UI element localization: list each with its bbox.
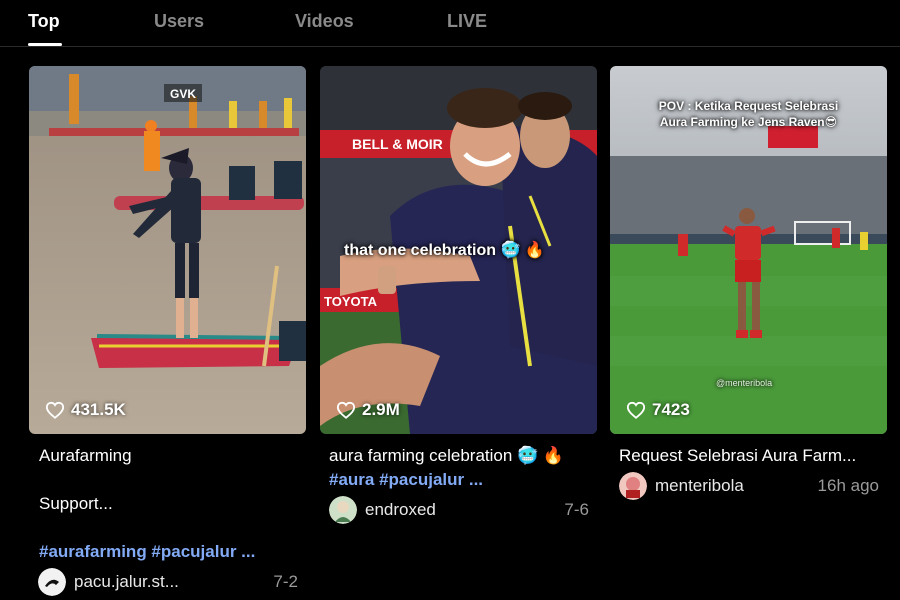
video-title[interactable]: aura farming celebration 🥶 🔥 [320, 444, 597, 468]
avatar[interactable] [38, 568, 66, 596]
post-date: 16h ago [817, 476, 879, 495]
video-card[interactable]: POV : Ketika Request Selebrasi Aura Farm… [610, 66, 887, 500]
tab-videos[interactable]: Videos [295, 11, 354, 32]
video-thumbnail[interactable]: BELL & MOIR TOYOTA that one celebration … [320, 66, 597, 434]
tab-top[interactable]: Top [28, 11, 60, 32]
video-subtitle[interactable]: Support... [29, 492, 306, 516]
username[interactable]: endroxed [365, 500, 436, 520]
heart-icon [45, 401, 65, 419]
heart-icon [626, 401, 646, 419]
tab-live[interactable]: LIVE [447, 11, 487, 32]
username[interactable]: menteribola [655, 476, 744, 496]
like-count-value: 7423 [652, 400, 690, 419]
overlay-caption-line-2: Aura Farming ke Jens Raven😎 [659, 115, 838, 129]
avatar[interactable] [329, 496, 357, 524]
search-tabs-bar: Top Users Videos LIVE [0, 0, 900, 47]
video-overlay-caption: that one celebration 🥶 🔥 [344, 242, 545, 259]
like-count-value: 431.5K [71, 400, 126, 419]
video-title[interactable]: Request Selebrasi Aura Farm... [610, 444, 887, 468]
video-watermark: @menteribola [716, 378, 773, 388]
overlay-caption-line-1: POV : Ketika Request Selebrasi [658, 99, 839, 113]
video-card[interactable]: GVK 431.5K Aurafarming Support... #auraf… [29, 66, 306, 596]
username[interactable]: pacu.jalur.st... [74, 572, 179, 592]
video-card[interactable]: BELL & MOIR TOYOTA that one celebration … [320, 66, 597, 524]
tab-users[interactable]: Users [154, 11, 204, 32]
channel-logo-text: GVK [170, 87, 196, 101]
like-count: 7423 [626, 400, 690, 420]
stadium-banner-text: BELL & MOIR [352, 136, 443, 152]
active-tab-indicator [28, 43, 62, 46]
post-date: 7-6 [564, 500, 589, 519]
video-thumbnail[interactable]: POV : Ketika Request Selebrasi Aura Farm… [610, 66, 887, 434]
like-count: 2.9M [336, 400, 400, 420]
video-thumbnail-image: GVK [29, 66, 306, 434]
stadium-banner-text-2: TOYOTA [324, 294, 378, 309]
like-count: 431.5K [45, 400, 126, 420]
video-hashtags[interactable]: #aurafarming #pacujalur ... [29, 540, 306, 564]
avatar[interactable] [619, 472, 647, 500]
post-date: 7-2 [273, 572, 298, 591]
like-count-value: 2.9M [362, 400, 400, 419]
video-hashtags[interactable]: #aura #pacujalur ... [320, 468, 597, 492]
video-overlay-caption: POV : Ketika Request Selebrasi Aura Farm… [610, 98, 887, 130]
video-title[interactable]: Aurafarming [29, 444, 306, 468]
video-thumbnail[interactable]: GVK 431.5K [29, 66, 306, 434]
heart-icon [336, 401, 356, 419]
